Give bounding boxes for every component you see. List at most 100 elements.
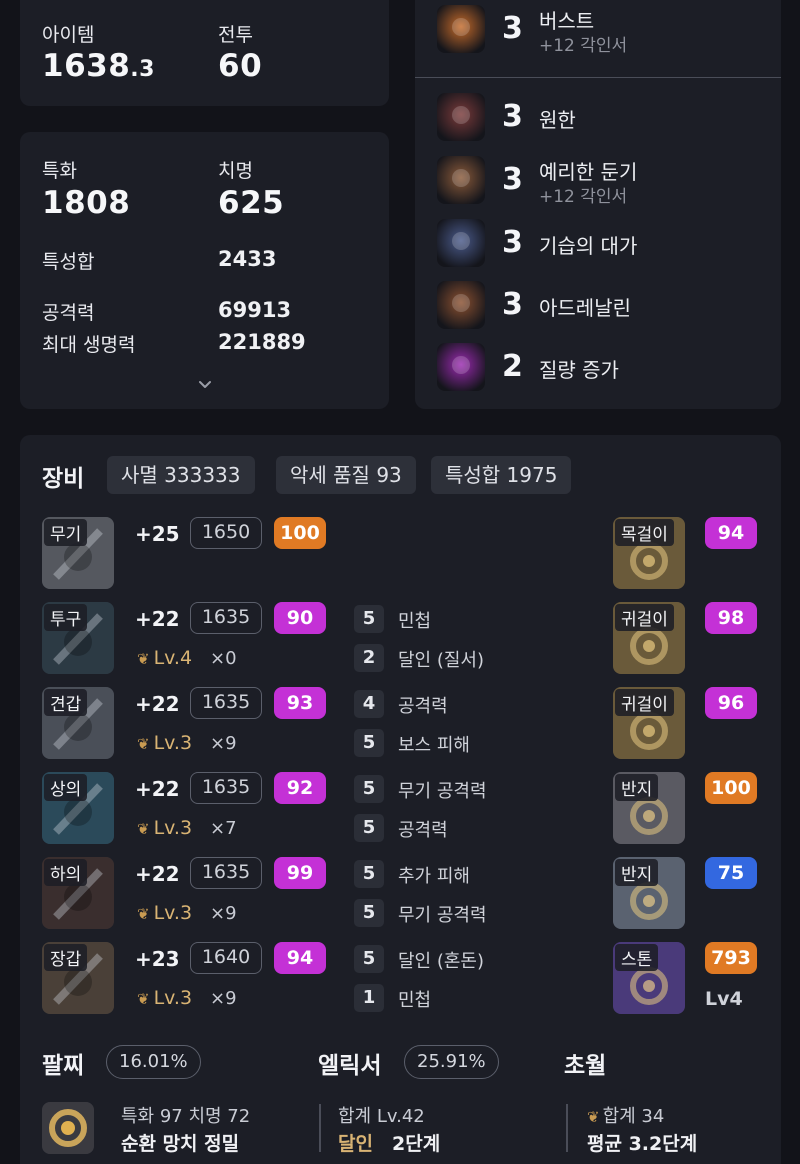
engraving-row[interactable]: 2 질량 증가 bbox=[437, 343, 777, 393]
spec-value: 1808 bbox=[42, 185, 130, 221]
gloves-icon[interactable]: 장갑 bbox=[42, 942, 114, 1014]
mass-increase-icon bbox=[437, 343, 485, 391]
accessory-slot-label: 반지 bbox=[615, 859, 658, 886]
shoulder-icon[interactable]: 견갑 bbox=[42, 687, 114, 759]
bracelet-percent: 16.01% bbox=[106, 1045, 201, 1079]
elixir-level-badge: 5 bbox=[354, 860, 384, 888]
gear-item-level: 1635 bbox=[190, 857, 262, 889]
elixir-set-stage: 2단계 bbox=[392, 1129, 440, 1156]
elixir-level-badge: 5 bbox=[354, 775, 384, 803]
engraving-level: 2 bbox=[502, 349, 523, 384]
elixir-level-badge: 2 bbox=[354, 644, 384, 672]
engraving-row[interactable]: 3아드레날린 bbox=[437, 281, 777, 331]
ability-stone-icon[interactable]: 스톤 bbox=[613, 942, 685, 1014]
summary-divider-2 bbox=[566, 1104, 568, 1152]
gear-transcend-level: Lv.3 bbox=[154, 987, 192, 1009]
engraving-level: 3 bbox=[502, 99, 523, 134]
earring-icon[interactable]: 귀걸이 bbox=[613, 687, 685, 759]
elixir-effect-label: 무기 공격력 bbox=[398, 901, 487, 927]
transcend-total: ❦합계 34 bbox=[587, 1102, 664, 1128]
elixir-set-name: 달인 bbox=[338, 1129, 373, 1156]
gear-quality-badge: 99 bbox=[274, 857, 326, 889]
transcend-leaf-icon: ❦ bbox=[587, 1108, 600, 1126]
engraving-row[interactable]: 3 기습의 대가 bbox=[437, 219, 777, 269]
transcend-leaf-icon: ❦ bbox=[137, 905, 150, 923]
engraving-row[interactable]: 3버스트+12 각인서 bbox=[437, 5, 777, 55]
transcend-leaf-icon: ❦ bbox=[137, 735, 150, 753]
gear-transcend: ❦Lv.4 bbox=[137, 647, 192, 669]
accessory-quality-badge: 98 bbox=[705, 602, 757, 634]
gear-slot-label: 상의 bbox=[44, 774, 87, 801]
gear-honing-level: +22 bbox=[135, 607, 180, 631]
grudge-icon bbox=[437, 93, 485, 141]
engraving-divider bbox=[415, 77, 781, 78]
chest-icon[interactable]: 상의 bbox=[42, 772, 114, 844]
stone-level: Lv4 bbox=[705, 988, 743, 1010]
engravings-card: 3버스트+12 각인서3원한3예리한 둔기+12 각인서3기습의 대가3아드레날… bbox=[415, 0, 781, 409]
engraving-row[interactable]: 3예리한 둔기+12 각인서 bbox=[437, 156, 777, 206]
item-level-value: 1638.3 bbox=[42, 48, 155, 84]
accessory-slot-label: 목걸이 bbox=[615, 519, 674, 546]
gear-honing-level: +22 bbox=[135, 862, 180, 886]
accessory-quality-badge: 100 bbox=[705, 772, 757, 804]
engraving-name: 질량 증가 bbox=[539, 354, 619, 383]
gear-transcend-level: Lv.3 bbox=[154, 902, 192, 924]
stats-card[interactable]: 특화 1808 치명 625 특성합 2433 공격력 69913 최대 생명력… bbox=[20, 132, 389, 409]
elixir-title: 엘릭서 bbox=[318, 1046, 381, 1080]
elixir-level-badge: 5 bbox=[354, 899, 384, 927]
gear-transcend: ❦Lv.3 bbox=[137, 902, 192, 924]
elixir-effect-label: 무기 공격력 bbox=[398, 777, 487, 803]
item-level-label: 아이템 bbox=[42, 20, 94, 47]
ring-icon[interactable]: 반지 bbox=[613, 857, 685, 929]
elixir-level-badge: 1 bbox=[354, 984, 384, 1012]
pants-icon[interactable]: 하의 bbox=[42, 857, 114, 929]
chip-stat-sum: 특성합 1975 bbox=[431, 456, 571, 494]
gear-quality-badge: 92 bbox=[274, 772, 326, 804]
engraving-level: 3 bbox=[502, 225, 523, 260]
chevron-down-icon[interactable] bbox=[198, 378, 212, 392]
adrenaline-icon bbox=[437, 281, 485, 329]
engraving-name: 원한 bbox=[539, 104, 576, 133]
gear-transcend-level: Lv.4 bbox=[154, 647, 192, 669]
earring-icon[interactable]: 귀걸이 bbox=[613, 602, 685, 674]
ring-icon[interactable]: 반지 bbox=[613, 772, 685, 844]
gear-item-level: 1650 bbox=[190, 517, 262, 549]
elixir-level-badge: 5 bbox=[354, 945, 384, 973]
engraving-level: 3 bbox=[502, 11, 523, 46]
elixir-total: 합계 Lv.42 bbox=[338, 1102, 425, 1128]
accessory-quality-badge: 96 bbox=[705, 687, 757, 719]
elixir-level-badge: 5 bbox=[354, 814, 384, 842]
engraving-name: 예리한 둔기 bbox=[539, 156, 637, 185]
engraving-level: 3 bbox=[502, 287, 523, 322]
helmet-icon[interactable]: 투구 bbox=[42, 602, 114, 674]
max-hp-label: 최대 생명력 bbox=[42, 330, 135, 357]
engraving-row[interactable]: 3 원한 bbox=[437, 93, 777, 143]
gear-slot-label: 장갑 bbox=[44, 944, 87, 971]
burst-icon bbox=[437, 5, 485, 53]
necklace-icon[interactable]: 목걸이 bbox=[613, 517, 685, 589]
elixir-percent: 25.91% bbox=[404, 1045, 499, 1079]
combat-level-value: 60 bbox=[218, 48, 262, 84]
accessory-slot-label: 귀걸이 bbox=[615, 689, 674, 716]
gear-transcend: ❦Lv.3 bbox=[137, 987, 192, 1009]
gear-transcend-count: ×9 bbox=[210, 903, 237, 924]
item-level-frac: .3 bbox=[130, 57, 155, 82]
weapon-icon[interactable]: 무기 bbox=[42, 517, 114, 589]
keen-blunt-icon bbox=[437, 156, 485, 204]
accessory-quality-badge: 75 bbox=[705, 857, 757, 889]
engraving-book-bonus: +12 각인서 bbox=[539, 182, 627, 207]
gear-transcend-count: ×0 bbox=[210, 648, 237, 669]
gear-honing-level: +22 bbox=[135, 777, 180, 801]
item-level-card: 아이템 1638.3 전투 60 bbox=[20, 0, 389, 106]
elixir-effect-label: 추가 피해 bbox=[398, 862, 470, 888]
combat-level-label: 전투 bbox=[218, 20, 253, 47]
elixir-effect-label: 민첩 bbox=[398, 607, 431, 633]
gear-transcend-level: Lv.3 bbox=[154, 817, 192, 839]
elixir-effect-label: 공격력 bbox=[398, 692, 448, 718]
bracelet-icon[interactable] bbox=[42, 1102, 94, 1154]
elixir-level-badge: 5 bbox=[354, 605, 384, 633]
transcend-leaf-icon: ❦ bbox=[137, 990, 150, 1008]
engraving-name: 기습의 대가 bbox=[539, 230, 637, 259]
accessory-slot-label: 귀걸이 bbox=[615, 604, 674, 631]
gear-slot-label: 무기 bbox=[44, 519, 87, 546]
